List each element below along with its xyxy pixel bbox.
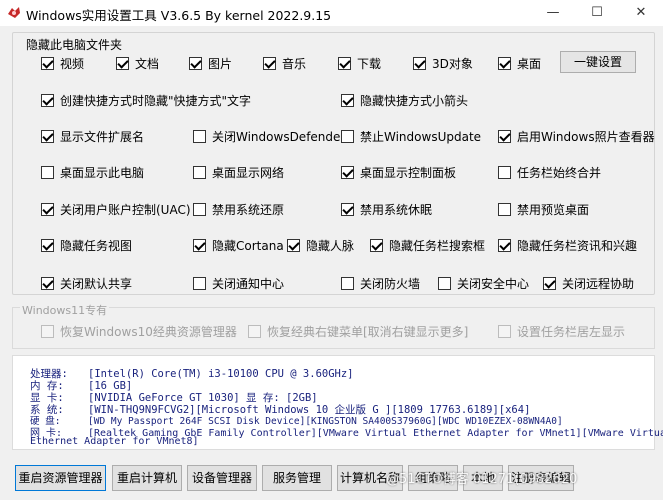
checkbox-box[interactable] [341,277,354,290]
checkbox-disable-firewall[interactable]: 关闭防火墙 [341,275,420,292]
checkbox-disable-notification-center[interactable]: 关闭通知中心 [193,275,284,292]
restart-computer-button[interactable]: 重启计算机 [112,465,182,491]
checkbox-disable-remote-assistance[interactable]: 关闭远程协助 [543,275,634,292]
app-icon [8,7,20,18]
checkbox-box[interactable] [498,325,511,338]
checkbox-box[interactable] [41,94,54,107]
checkbox-box[interactable] [438,277,451,290]
checkbox-box[interactable] [189,57,202,70]
checkbox-hide-task-view[interactable]: 隐藏任务视图 [41,237,132,254]
checkbox-desktop-control-panel[interactable]: 桌面显示控制面板 [341,164,456,181]
checkbox-box[interactable] [498,203,511,216]
minimize-button[interactable]: — [531,0,575,26]
checkbox-box[interactable] [341,94,354,107]
checkbox-box[interactable] [193,166,206,179]
checkbox-box[interactable] [41,166,54,179]
checkbox-win10-explorer[interactable]: 恢复Windows10经典资源管理器 [41,323,237,340]
checkbox-hide-shortcut-arrow[interactable]: 隐藏快捷方式小箭头 [341,92,468,109]
checkbox-hide-people[interactable]: 隐藏人脉 [287,237,354,254]
checkbox-disable-peek-desktop[interactable]: 禁用预览桌面 [498,201,589,218]
checkbox-hide-downloads[interactable]: 下载 [338,55,381,72]
checkbox-disable-hibernate[interactable]: 禁用系统休眠 [341,201,432,218]
checkbox-hide-shortcut-text[interactable]: 创建快捷方式时隐藏"快捷方式"文字 [41,92,251,109]
checkbox-disable-uac[interactable]: 关闭用户账户控制(UAC) [41,201,191,218]
one-key-setup-button[interactable]: 一键设置 [560,51,636,73]
checkbox-box[interactable] [41,277,54,290]
checkbox-box[interactable] [341,203,354,216]
checkbox-box[interactable] [193,203,206,216]
title-bar: Windows实用设置工具 V3.6.5 By kernel 2022.9.15… [0,0,663,26]
checkbox-hide-documents[interactable]: 文档 [116,55,159,72]
checkbox-box[interactable] [41,325,54,338]
service-manager-button[interactable]: 服务管理 [262,465,332,491]
checkbox-box[interactable] [341,130,354,143]
checkbox-box[interactable] [498,57,511,70]
checkbox-taskbar-always-combine[interactable]: 任务栏始终合并 [498,164,601,181]
checkbox-box[interactable] [543,277,556,290]
checkbox-show-extensions[interactable]: 显示文件扩展名 [41,128,144,145]
checkbox-disable-windows-update[interactable]: 禁止WindowsUpdate [341,128,481,145]
win11-group-title: Windows11专有 [20,302,110,318]
checkbox-box[interactable] [193,239,206,252]
checkbox-hide-taskbar-search[interactable]: 隐藏任务栏搜索框 [370,237,485,254]
checkbox-box[interactable] [287,239,300,252]
checkbox-box[interactable] [498,130,511,143]
checkbox-disable-default-share[interactable]: 关闭默认共享 [41,275,132,292]
checkbox-hide-news-interests[interactable]: 隐藏任务栏资讯和兴趣 [498,237,637,254]
checkbox-box[interactable] [193,277,206,290]
device-manager-button[interactable]: 设备管理器 [187,465,257,491]
checkbox-classic-context-menu[interactable]: 恢复经典右键菜单[取消右键显示更多] [248,323,468,340]
checkbox-box[interactable] [41,57,54,70]
checkbox-box[interactable] [413,57,426,70]
restart-explorer-button[interactable]: 重启资源管理器 [15,465,106,491]
checkbox-box[interactable] [341,166,354,179]
checkbox-box[interactable] [193,130,206,143]
checkbox-box[interactable] [370,239,383,252]
checkbox-disable-defender[interactable]: 关闭WindowsDefender [193,128,345,145]
checkbox-box[interactable] [498,166,511,179]
checkbox-desktop-network[interactable]: 桌面显示网络 [193,164,284,181]
checkbox-hide-desktop[interactable]: 桌面 [498,55,541,72]
checkbox-taskbar-left[interactable]: 设置任务栏居左显示 [498,323,625,340]
checkbox-box[interactable] [498,239,511,252]
checkbox-hide-cortana[interactable]: 隐藏Cortana [193,237,284,254]
watermark: @51CTO博客 01271(0982620 [386,472,578,487]
checkbox-disable-security-center[interactable]: 关闭安全中心 [438,275,529,292]
close-button[interactable]: ✕ [619,0,663,26]
checkbox-box[interactable] [248,325,261,338]
checkbox-box[interactable] [116,57,129,70]
checkbox-box[interactable] [41,203,54,216]
maximize-button[interactable]: ☐ [575,0,619,26]
checkbox-box[interactable] [41,239,54,252]
checkbox-box[interactable] [263,57,276,70]
hide-folders-group-title: 隐藏此电脑文件夹 [26,36,123,53]
checkbox-disable-system-restore[interactable]: 禁用系统还原 [193,201,284,218]
checkbox-hide-music[interactable]: 音乐 [263,55,306,72]
checkbox-box[interactable] [41,130,54,143]
checkbox-enable-photo-viewer[interactable]: 启用Windows照片查看器 [498,128,655,145]
info-network-cont: Ethernet Adapter for VMnet8] [30,436,199,447]
checkbox-hide-videos[interactable]: 视频 [41,55,84,72]
checkbox-box[interactable] [338,57,351,70]
checkbox-hide-pictures[interactable]: 图片 [189,55,232,72]
checkbox-hide-3d-objects[interactable]: 3D对象 [413,55,473,72]
window-title: Windows实用设置工具 V3.6.5 By kernel 2022.9.15 [26,8,332,23]
checkbox-desktop-this-pc[interactable]: 桌面显示此电脑 [41,164,144,181]
